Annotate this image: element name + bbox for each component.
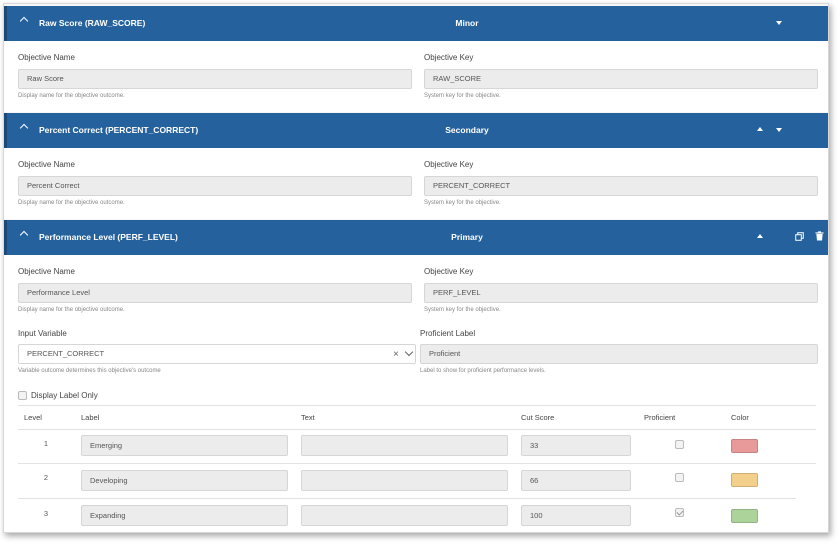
objective-name-label: Objective Name bbox=[18, 267, 75, 276]
row-level: 2 bbox=[43, 473, 49, 482]
objective-key-input[interactable]: RAW_SCORE bbox=[424, 69, 818, 89]
objectives-panel: Raw Score (RAW_SCORE) Minor Objective Na… bbox=[3, 3, 829, 533]
column-header-proficient: Proficient bbox=[644, 413, 676, 422]
objective-name-help: Display name for the objective outcome. bbox=[18, 307, 125, 313]
row-text-input[interactable] bbox=[301, 505, 508, 526]
row-proficient-checkbox[interactable] bbox=[675, 440, 684, 449]
column-header-text: Text bbox=[301, 413, 315, 422]
row-color-swatch[interactable] bbox=[731, 473, 758, 487]
proficient-label-label: Proficient Label bbox=[420, 329, 476, 338]
row-level: 1 bbox=[43, 439, 49, 448]
objective-key-label: Objective Key bbox=[424, 53, 474, 62]
row-level: 3 bbox=[43, 509, 49, 518]
column-header-cut-score: Cut Score bbox=[521, 413, 555, 422]
row-text-input[interactable] bbox=[301, 470, 508, 491]
objective-key-input[interactable]: PERF_LEVEL bbox=[424, 283, 818, 303]
objective-key-label: Objective Key bbox=[424, 160, 474, 169]
collapse-icon[interactable] bbox=[19, 16, 29, 26]
objective-key-help: System key for the objective. bbox=[424, 307, 501, 313]
row-cut-score-input[interactable]: 66 bbox=[521, 470, 631, 491]
row-label-input[interactable]: Emerging bbox=[81, 435, 288, 456]
row-proficient-checkbox[interactable] bbox=[675, 508, 684, 517]
objective-name-help: Display name for the objective outcome. bbox=[18, 200, 125, 206]
move-up-icon[interactable] bbox=[757, 234, 763, 238]
divider bbox=[18, 463, 816, 464]
divider bbox=[18, 498, 796, 499]
objective-name-help: Display name for the objective outcome. bbox=[18, 93, 125, 99]
input-variable-value: PERCENT_CORRECT bbox=[27, 349, 105, 358]
proficient-label-help: Label to show for proficient performance… bbox=[420, 368, 546, 374]
objective-category: Primary bbox=[451, 232, 483, 242]
objective-name-label: Objective Name bbox=[18, 160, 75, 169]
objective-key-label: Objective Key bbox=[424, 267, 474, 276]
row-label-input[interactable]: Expanding bbox=[81, 505, 288, 526]
move-up-icon[interactable] bbox=[757, 127, 763, 131]
column-header-color: Color bbox=[731, 413, 749, 422]
column-header-level: Level bbox=[24, 413, 42, 422]
objective-body: Objective Name Raw Score Display name fo… bbox=[4, 41, 828, 112]
collapse-icon[interactable] bbox=[19, 123, 29, 133]
objective-key-input[interactable]: PERCENT_CORRECT bbox=[424, 176, 818, 196]
objective-name-input[interactable]: Percent Correct bbox=[18, 176, 412, 196]
column-header-label: Label bbox=[81, 413, 100, 422]
input-variable-help: Variable outcome determines this objecti… bbox=[18, 368, 161, 374]
divider bbox=[18, 429, 816, 430]
objective-section-percent-correct: Percent Correct (PERCENT_CORRECT) Second… bbox=[4, 113, 828, 219]
objective-name-label: Objective Name bbox=[18, 53, 75, 62]
objective-body: Objective Name Performance Level Display… bbox=[4, 255, 828, 532]
row-color-swatch[interactable] bbox=[731, 439, 758, 453]
input-variable-select[interactable]: PERCENT_CORRECT × bbox=[18, 344, 416, 364]
row-proficient-checkbox[interactable] bbox=[675, 473, 684, 482]
objective-body: Objective Name Percent Correct Display n… bbox=[4, 148, 828, 219]
row-label-input[interactable]: Developing bbox=[81, 470, 288, 491]
row-cut-score-input[interactable]: 33 bbox=[521, 435, 631, 456]
objective-key-help: System key for the objective. bbox=[424, 93, 501, 99]
row-text-input[interactable] bbox=[301, 435, 508, 456]
input-variable-label: Input Variable bbox=[18, 329, 67, 338]
divider bbox=[18, 405, 816, 406]
clear-icon[interactable]: × bbox=[393, 350, 399, 360]
display-label-only-checkbox[interactable] bbox=[18, 391, 27, 400]
objective-key-help: System key for the objective. bbox=[424, 200, 501, 206]
proficient-label-input[interactable]: Proficient bbox=[420, 344, 818, 364]
row-color-swatch[interactable] bbox=[731, 509, 758, 523]
objective-header[interactable]: Percent Correct (PERCENT_CORRECT) Second… bbox=[4, 113, 828, 148]
objective-header[interactable]: Performance Level (PERF_LEVEL) Primary bbox=[4, 220, 828, 255]
chevron-down-icon[interactable] bbox=[404, 347, 414, 357]
objective-section-raw-score: Raw Score (RAW_SCORE) Minor Objective Na… bbox=[4, 6, 828, 112]
objective-category: Minor bbox=[455, 18, 479, 28]
copy-icon[interactable] bbox=[795, 232, 804, 241]
display-label-only-label: Display Label Only bbox=[31, 391, 98, 400]
objective-title: Raw Score (RAW_SCORE) bbox=[39, 18, 146, 28]
objective-name-input[interactable]: Raw Score bbox=[18, 69, 412, 89]
objective-name-input[interactable]: Performance Level bbox=[18, 283, 412, 303]
objective-header[interactable]: Raw Score (RAW_SCORE) Minor bbox=[4, 6, 828, 41]
row-cut-score-input[interactable]: 100 bbox=[521, 505, 631, 526]
objective-title: Performance Level (PERF_LEVEL) bbox=[39, 232, 178, 242]
trash-icon[interactable] bbox=[815, 231, 824, 241]
move-down-icon[interactable] bbox=[776, 21, 782, 25]
objective-section-performance-level: Performance Level (PERF_LEVEL) Primary O… bbox=[4, 220, 828, 532]
objective-title: Percent Correct (PERCENT_CORRECT) bbox=[39, 125, 199, 135]
collapse-icon[interactable] bbox=[19, 230, 29, 240]
objective-category: Secondary bbox=[445, 125, 489, 135]
move-down-icon[interactable] bbox=[776, 128, 782, 132]
